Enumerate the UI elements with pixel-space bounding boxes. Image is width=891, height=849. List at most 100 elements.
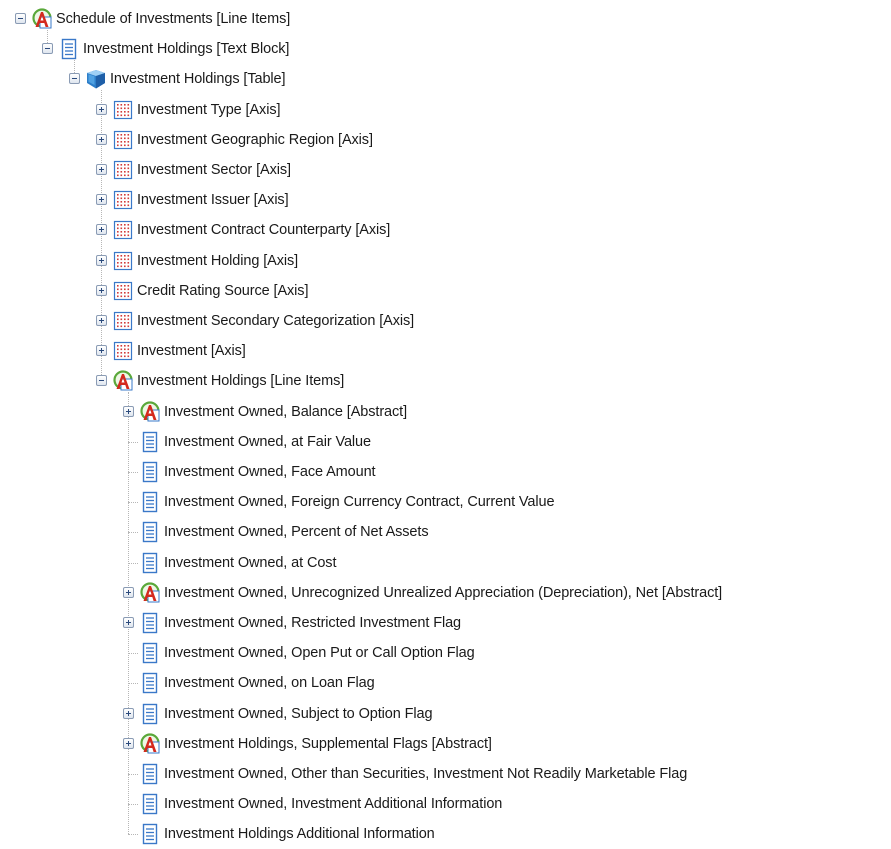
document-lines-icon	[139, 552, 161, 574]
tree-node-investment-owned-open-put-or-call-option-flag[interactable]: Investment Owned, Open Put or Call Optio…	[0, 638, 891, 668]
document-lines-icon	[139, 612, 161, 634]
tree-node-label[interactable]: Investment Owned, Foreign Currency Contr…	[164, 493, 555, 511]
document-lines-icon	[139, 763, 161, 785]
tree-node-label[interactable]: Investment Owned, at Fair Value	[164, 433, 371, 451]
tree-node-label[interactable]: Investment Contract Counterparty [Axis]	[137, 221, 390, 239]
tree-node-investment-axis[interactable]: Investment [Axis]	[0, 336, 891, 366]
tree-node-investment-owned-at-fair-value[interactable]: Investment Owned, at Fair Value	[0, 427, 891, 457]
abstract-a-icon	[139, 733, 161, 755]
expand-icon[interactable]	[123, 586, 134, 598]
expand-icon[interactable]	[96, 164, 107, 175]
tree-branch-line	[128, 834, 138, 836]
tree-node-investment-owned-investment-additional-information[interactable]: Investment Owned, Investment Additional …	[0, 789, 891, 819]
tree-node-label[interactable]: Investment Holdings, Supplemental Flags …	[164, 735, 492, 753]
expand-icon[interactable]	[96, 103, 107, 115]
tree-node-investment-owned-subject-to-option-flag[interactable]: Investment Owned, Subject to Option Flag	[0, 699, 891, 729]
expand-icon[interactable]	[96, 345, 107, 357]
tree-branch-line	[128, 683, 138, 685]
tree-node-label[interactable]: Investment Holdings [Table]	[110, 70, 286, 88]
tree-node-investment-owned-balance-abstract[interactable]: Investment Owned, Balance [Abstract]	[0, 397, 891, 427]
tree-node-investment-holdings-line-items[interactable]: Investment Holdings [Line Items]	[0, 366, 891, 396]
tree-node-investment-owned-restricted-investment-flag[interactable]: Investment Owned, Restricted Investment …	[0, 608, 891, 638]
collapse-icon[interactable]	[69, 73, 80, 85]
collapse-icon[interactable]	[96, 375, 107, 387]
axis-grid-icon	[112, 99, 134, 121]
axis-grid-icon	[112, 189, 134, 211]
axis-grid-icon	[112, 280, 134, 302]
tree-node-investment-holdings-text-block[interactable]: Investment Holdings [Text Block]	[0, 34, 891, 64]
expand-icon[interactable]	[96, 194, 107, 206]
tree-node-label[interactable]: Investment Owned, at Cost	[164, 554, 336, 572]
concept-tree: Schedule of Investments [Line Items] Inve…	[0, 0, 891, 845]
table-cube-icon	[85, 68, 107, 90]
document-lines-icon	[139, 431, 161, 453]
expand-icon[interactable]	[96, 284, 107, 296]
expand-icon[interactable]	[96, 254, 107, 266]
tree-node-schedule-of-investments-line-items[interactable]: Schedule of Investments [Line Items]	[0, 4, 891, 34]
tree-node-investment-holdings-supplemental-flags-abstract[interactable]: Investment Holdings, Supplemental Flags …	[0, 729, 891, 759]
tree-branch-line	[128, 532, 138, 534]
abstract-a-icon	[112, 370, 134, 392]
tree-node-label[interactable]: Investment Owned, Unrecognized Unrealize…	[164, 584, 722, 602]
tree-node-label[interactable]: Investment Owned, Investment Additional …	[164, 795, 502, 813]
tree-node-label[interactable]: Investment Owned, Percent of Net Assets	[164, 523, 429, 541]
document-lines-icon	[139, 672, 161, 694]
axis-grid-icon	[112, 310, 134, 332]
tree-node-investment-holding-axis[interactable]: Investment Holding [Axis]	[0, 246, 891, 276]
tree-node-investment-owned-unrecognized-unrealized-appreciation-depreciation-net-abstract[interactable]: Investment Owned, Unrecognized Unrealize…	[0, 578, 891, 608]
tree-node-investment-issuer-axis[interactable]: Investment Issuer [Axis]	[0, 185, 891, 215]
expand-icon[interactable]	[123, 405, 134, 417]
collapse-icon[interactable]	[42, 43, 53, 55]
tree-node-investment-contract-counterparty-axis[interactable]: Investment Contract Counterparty [Axis]	[0, 215, 891, 245]
expand-icon[interactable]	[96, 315, 107, 326]
tree-node-investment-secondary-categorization-axis[interactable]: Investment Secondary Categorization [Axi…	[0, 306, 891, 336]
tree-node-investment-owned-at-cost[interactable]: Investment Owned, at Cost	[0, 548, 891, 578]
tree-node-label[interactable]: Investment Geographic Region [Axis]	[137, 131, 373, 149]
tree-node-label[interactable]: Investment Holdings [Line Items]	[137, 372, 344, 390]
tree-node-label[interactable]: Investment Owned, Other than Securities,…	[164, 765, 687, 783]
tree-node-label[interactable]: Investment Type [Axis]	[137, 101, 281, 119]
expand-icon[interactable]	[96, 224, 107, 236]
tree-node-investment-owned-other-than-securities-investment-not-readily-marketable-flag[interactable]: Investment Owned, Other than Securities,…	[0, 759, 891, 789]
tree-node-label[interactable]: Investment Owned, Face Amount	[164, 463, 376, 481]
tree-node-label[interactable]: Investment Secondary Categorization [Axi…	[137, 312, 414, 330]
tree-branch-line	[128, 774, 138, 775]
document-lines-icon	[139, 461, 161, 483]
tree-node-label[interactable]: Investment Owned, Subject to Option Flag	[164, 705, 433, 723]
tree-branch-line	[128, 804, 138, 806]
tree-node-investment-owned-foreign-currency-contract-current-value[interactable]: Investment Owned, Foreign Currency Contr…	[0, 487, 891, 517]
tree-node-investment-owned-percent-of-net-assets[interactable]: Investment Owned, Percent of Net Assets	[0, 517, 891, 547]
axis-grid-icon	[112, 250, 134, 272]
tree-node-investment-holdings-table[interactable]: Investment Holdings [Table]	[0, 64, 891, 94]
tree-node-investment-type-axis[interactable]: Investment Type [Axis]	[0, 95, 891, 125]
tree-node-label[interactable]: Investment Owned, on Loan Flag	[164, 674, 375, 692]
expand-icon[interactable]	[96, 133, 107, 145]
tree-node-investment-owned-face-amount[interactable]: Investment Owned, Face Amount	[0, 457, 891, 487]
expand-icon[interactable]	[123, 617, 134, 628]
expand-icon[interactable]	[123, 737, 134, 749]
tree-node-label[interactable]: Investment Sector [Axis]	[137, 161, 291, 179]
tree-node-label[interactable]: Investment Owned, Open Put or Call Optio…	[164, 644, 475, 662]
expand-icon[interactable]	[123, 707, 134, 719]
tree-node-credit-rating-source-axis[interactable]: Credit Rating Source [Axis]	[0, 276, 891, 306]
axis-grid-icon	[112, 129, 134, 151]
tree-node-label[interactable]: Investment Holding [Axis]	[137, 252, 298, 270]
collapse-icon[interactable]	[15, 13, 26, 24]
abstract-a-icon	[31, 8, 53, 30]
document-lines-icon	[139, 521, 161, 543]
tree-node-label[interactable]: Schedule of Investments [Line Items]	[56, 10, 290, 28]
abstract-a-icon	[139, 582, 161, 604]
tree-branch-line	[128, 441, 138, 443]
tree-node-investment-geographic-region-axis[interactable]: Investment Geographic Region [Axis]	[0, 125, 891, 155]
tree-node-label[interactable]: Investment Issuer [Axis]	[137, 191, 289, 209]
axis-grid-icon	[112, 340, 134, 362]
tree-node-label[interactable]: Investment Owned, Restricted Investment …	[164, 614, 461, 632]
tree-node-label[interactable]: Investment [Axis]	[137, 342, 246, 360]
tree-node-investment-sector-axis[interactable]: Investment Sector [Axis]	[0, 155, 891, 185]
tree-node-label[interactable]: Credit Rating Source [Axis]	[137, 282, 308, 300]
tree-node-label[interactable]: Investment Holdings [Text Block]	[83, 40, 289, 58]
document-lines-icon	[139, 703, 161, 725]
tree-node-label[interactable]: Investment Owned, Balance [Abstract]	[164, 403, 407, 421]
tree-node-label[interactable]: Investment Holdings Additional Informati…	[164, 825, 435, 843]
tree-node-investment-owned-on-loan-flag[interactable]: Investment Owned, on Loan Flag	[0, 668, 891, 698]
